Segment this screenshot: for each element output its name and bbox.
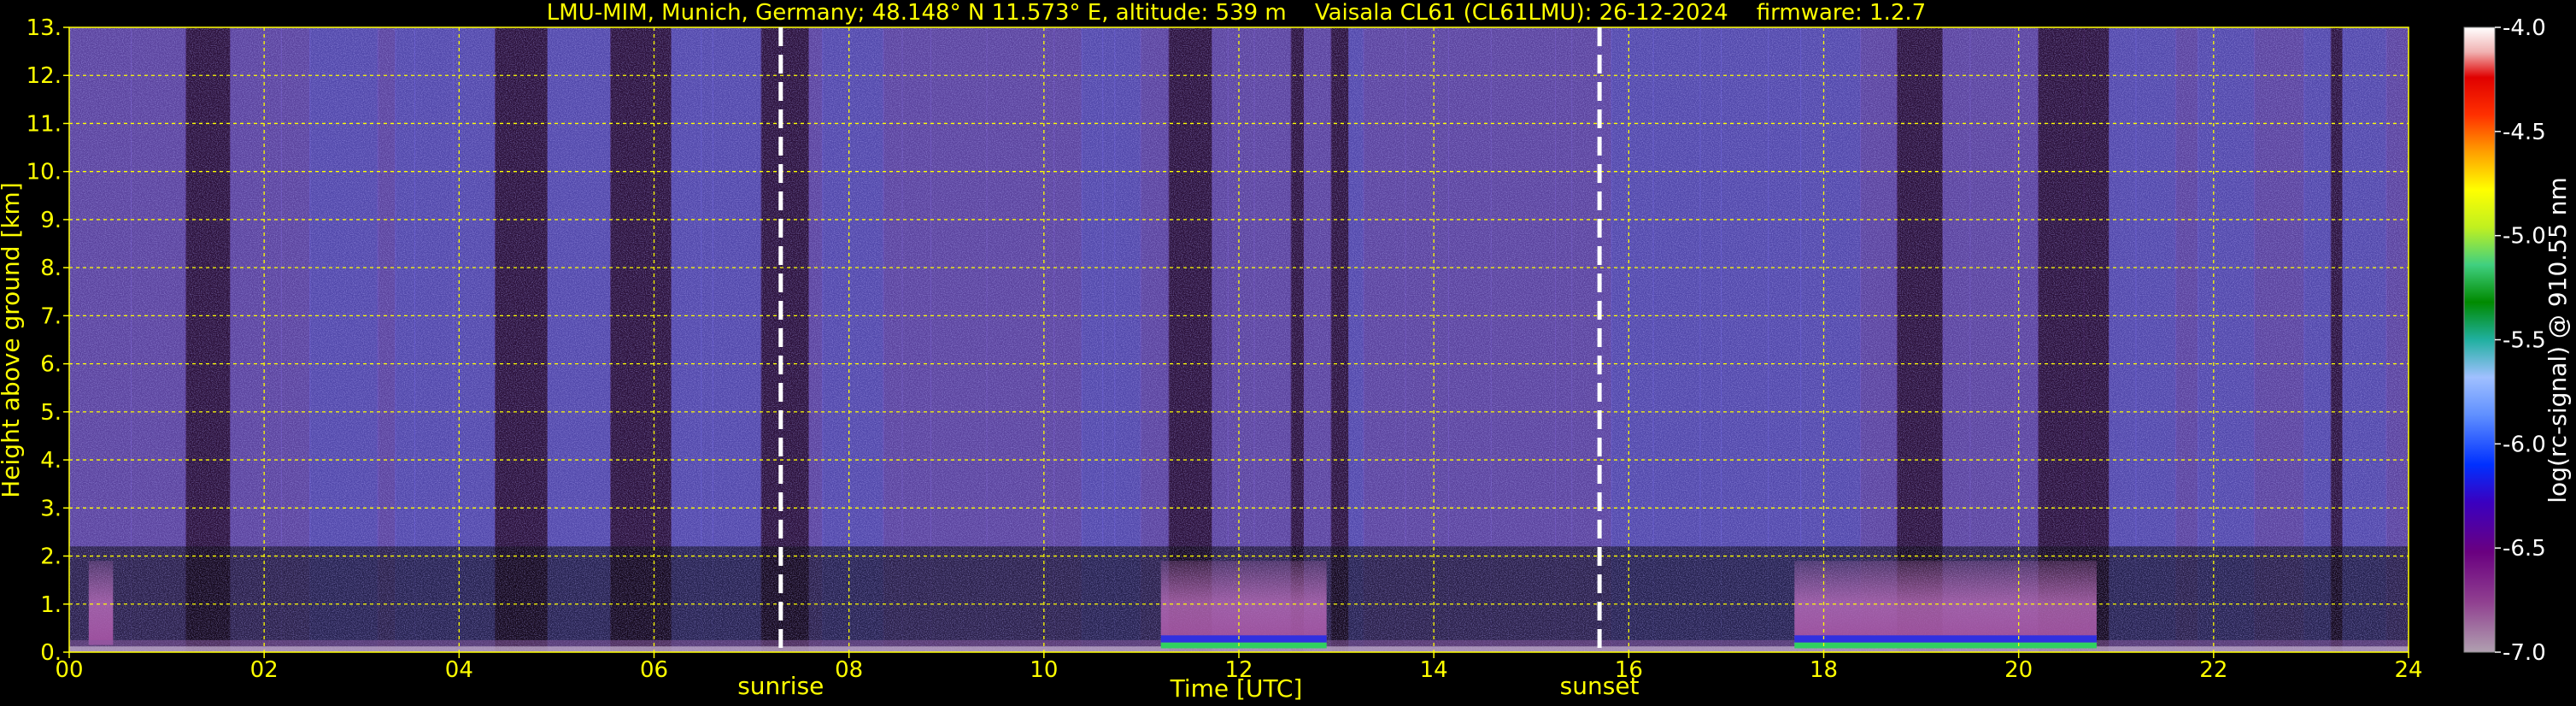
colorbar-title: log(rc-signal) @ 910.55 nm [2544, 177, 2572, 503]
y-tick-label: 3. [40, 496, 62, 521]
dense-layer [1160, 642, 1327, 649]
colorbar-tick-label: -4.0 [2503, 15, 2546, 41]
y-tick-label: 4. [40, 448, 62, 474]
plot-area [69, 27, 2409, 652]
y-tick-label: 1. [40, 592, 62, 618]
x-tick-label: 16 [1615, 657, 1643, 683]
x-tick-label: 24 [2394, 657, 2422, 683]
y-tick-label: 7. [40, 303, 62, 329]
x-axis-title: Time [UTC] [1170, 674, 1303, 703]
ceilometer-chart: sunrise sunset 0.1.2.3.4.5.6.7.8.9.10.11.… [0, 0, 2572, 703]
x-tick-label: 14 [1420, 657, 1448, 683]
colorbar: -4.0 -4.5 -5.0 -5.5 -6.0 -6.5 -7.0 log(rc-sign… [2463, 15, 2572, 666]
chart-title: LMU-MIM, Munich, Germany; 48.148° N 11.5… [547, 0, 1926, 26]
y-tick-label: 10. [26, 160, 62, 185]
x-tick-label: 22 [2199, 657, 2227, 683]
x-tick-label: 08 [835, 657, 863, 683]
y-tick-label: 11. [26, 111, 62, 137]
dense-layer [1794, 635, 2097, 643]
x-tick-label: 04 [445, 657, 473, 683]
colorbar-tick-label: -4.5 [2503, 120, 2546, 145]
noise-texture [69, 27, 2409, 652]
y-tick-label: 9. [40, 208, 62, 233]
x-tick-label: 20 [2004, 657, 2033, 683]
y-tick-label: 8. [40, 256, 62, 281]
sunrise-label: sunrise [737, 672, 824, 700]
dense-layer [1160, 635, 1327, 643]
y-tick-label: 6. [40, 352, 62, 378]
dense-layer [1794, 642, 2097, 649]
colorbar-tick-label: -7.0 [2503, 640, 2546, 666]
colorbar-gradient [2464, 27, 2495, 652]
x-tick-label: 18 [1810, 657, 1838, 683]
y-axis-title: Height above ground [km] [0, 182, 25, 498]
cloud-layer [1160, 561, 1327, 645]
colorbar-tick-label: -6.5 [2503, 536, 2546, 562]
y-tick-label: 12. [26, 63, 62, 89]
colorbar-tick-label: -5.5 [2503, 328, 2546, 354]
colorbar-tick-label: -6.0 [2503, 432, 2546, 457]
x-tick-label: 02 [250, 657, 279, 683]
x-tick-label: 00 [55, 657, 83, 683]
y-tick-labels: 0.1.2.3.4.5.6.7.8.9.10.11.12.13. [26, 15, 69, 666]
cloud-layer [88, 561, 114, 645]
x-tick-label: 10 [1030, 657, 1058, 683]
x-tick-label: 06 [640, 657, 668, 683]
colorbar-ticks: -4.0 -4.5 -5.0 -5.5 -6.0 -6.5 -7.0 [2495, 15, 2546, 666]
y-tick-label: 13. [26, 15, 62, 41]
y-tick-label: 5. [40, 400, 62, 426]
cloud-layer [1794, 561, 2097, 645]
colorbar-tick-label: -5.0 [2503, 224, 2546, 250]
y-tick-label: 2. [40, 544, 62, 570]
